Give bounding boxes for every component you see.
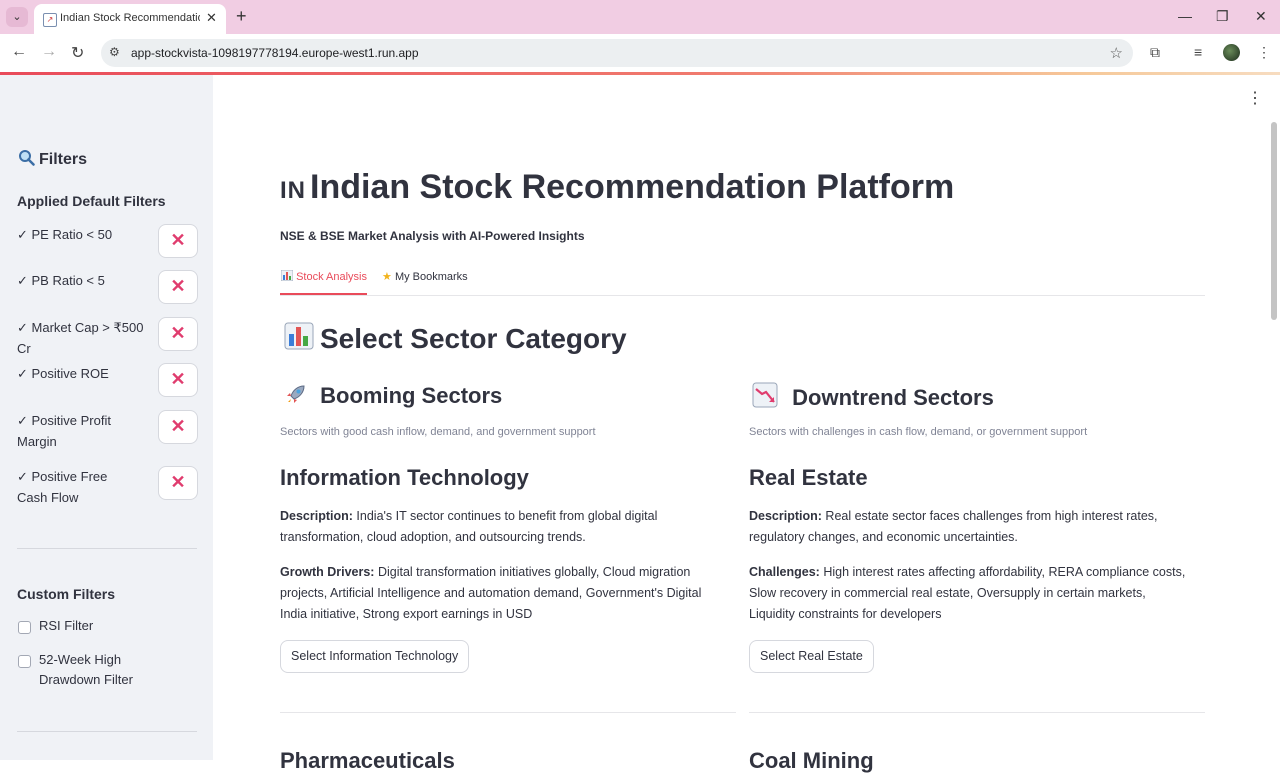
page-title-text: Indian Stock Recommendation Platform [310,168,955,206]
chart-favicon-icon: ↗ [43,13,57,27]
tab-title: Indian Stock Recommendation [60,12,200,24]
page-subtitle: NSE & BSE Market Analysis with AI-Powere… [280,229,585,243]
remove-filter-button[interactable]: ✕ [158,224,198,258]
description-label: Description: [280,509,353,523]
india-flag-icon: IN [280,177,306,204]
sector-name: Information Technology [280,465,529,490]
tab-label: Stock Analysis [296,271,367,283]
search-icon [18,149,35,166]
profile-avatar[interactable] [1223,44,1240,61]
applied-filter-label: ✓ Positive Free Cash Flow [17,469,108,505]
page-scrollbar[interactable] [1271,122,1277,320]
section-title-text: Select Sector Category [320,323,627,354]
applied-filters-heading: Applied Default Filters [17,193,166,209]
sidebar-divider [17,548,197,549]
growth-drivers-label: Growth Drivers: [280,565,375,579]
close-window-icon[interactable]: ✕ [1255,8,1267,25]
sidebar-divider [17,731,197,732]
tabs-underline [280,295,1205,296]
bookmark-star-icon[interactable]: ☆ [1110,44,1123,62]
select-sector-button[interactable]: Select Information Technology [280,640,470,673]
sector-description: Description: Real estate sector faces ch… [749,506,1189,548]
media-control-icon[interactable]: ≡ [1194,44,1202,60]
column-divider [280,712,736,713]
section-title: Select Sector Category [284,322,627,355]
applied-filter-label: ✓ Market Cap > ₹500 Cr [17,320,144,356]
challenges-label: Challenges: [749,565,820,579]
forward-icon[interactable]: → [41,43,57,61]
url-text[interactable]: app-stockvista-1098197778194.europe-west… [131,46,419,60]
tab-search-menu-button[interactable]: ⌄ [6,7,28,27]
applied-filter-label: ✓ PB Ratio < 5 [17,273,105,288]
applied-filter-label: ✓ Positive ROE [17,366,109,381]
applied-filter-label: ✓ Positive Profit Margin [17,413,111,449]
booming-heading: Booming Sectors [284,382,502,409]
booming-heading-text: Booming Sectors [320,383,503,408]
rsi-filter-checkbox[interactable] [18,621,31,634]
restore-icon[interactable]: ❐ [1216,8,1229,25]
star-icon: ★ [382,271,392,283]
remove-filter-button[interactable]: ✕ [158,270,198,304]
remove-filter-button[interactable]: ✕ [158,410,198,444]
rocket-icon [284,383,320,408]
app-menu-icon[interactable]: ⋮ [1247,88,1263,108]
browser-tab-bar: ⌄ ↗ Indian Stock Recommendation ✕ + — ❐ … [0,0,1280,34]
sidebar: Filters Applied Default Filters ✓ PE Rat… [0,75,213,760]
drawdown-filter-label[interactable]: 52-Week High Drawdown Filter [39,650,184,690]
browser-tab[interactable]: ↗ Indian Stock Recommendation ✕ [34,4,226,34]
tab-stock-analysis[interactable]: Stock Analysis [280,269,367,283]
tab-my-bookmarks[interactable]: ★ My Bookmarks [382,270,468,283]
sidebar-title: Filters [18,149,87,169]
custom-filters-heading: Custom Filters [17,586,116,602]
drawdown-filter-checkbox[interactable] [18,655,31,668]
remove-filter-button[interactable]: ✕ [158,466,198,500]
bar-chart-icon [280,269,296,283]
downtrend-heading-text: Downtrend Sectors [792,385,994,410]
next-sector-name: Pharmaceuticals [280,748,455,773]
site-settings-icon[interactable]: ⚙ [109,45,120,59]
chart-decreasing-icon [752,382,792,410]
close-tab-icon[interactable]: ✕ [206,10,217,26]
new-tab-button[interactable]: + [236,6,247,27]
downtrend-caption: Sectors with challenges in cash flow, de… [749,426,1088,438]
next-sector-name: Coal Mining [749,748,874,773]
browser-toolbar: ← → ↻ ⚙ app-stockvista-1098197778194.eur… [0,34,1280,72]
sector-challenges: Challenges: High interest rates affectin… [749,562,1189,625]
bar-chart-icon [284,322,314,350]
browser-menu-icon[interactable]: ⋮ [1257,44,1271,61]
minimize-icon[interactable]: — [1178,8,1192,24]
column-divider [749,712,1205,713]
address-bar[interactable]: ⚙ app-stockvista-1098197778194.europe-we… [101,39,1133,67]
reload-icon[interactable]: ↻ [71,43,84,63]
sidebar-title-text: Filters [39,151,88,168]
sector-description: Description: India's IT sector continues… [280,506,720,548]
active-tab-indicator [280,293,367,295]
back-icon[interactable]: ← [11,43,27,61]
rsi-filter-label[interactable]: RSI Filter [39,616,189,636]
downtrend-heading: Downtrend Sectors [752,382,994,411]
tab-label: My Bookmarks [394,271,468,283]
growth-drivers: Growth Drivers: Digital transformation i… [280,562,720,625]
page-title: IN Indian Stock Recommendation Platform [280,168,954,207]
booming-caption: Sectors with good cash inflow, demand, a… [280,426,596,438]
extensions-icon[interactable]: ⧉ [1150,44,1160,61]
sector-name: Real Estate [749,465,868,490]
remove-filter-button[interactable]: ✕ [158,363,198,397]
description-label: Description: [749,509,822,523]
applied-filter-label: ✓ PE Ratio < 50 [17,227,113,242]
select-sector-button[interactable]: Select Real Estate [749,640,874,673]
remove-filter-button[interactable]: ✕ [158,317,198,351]
